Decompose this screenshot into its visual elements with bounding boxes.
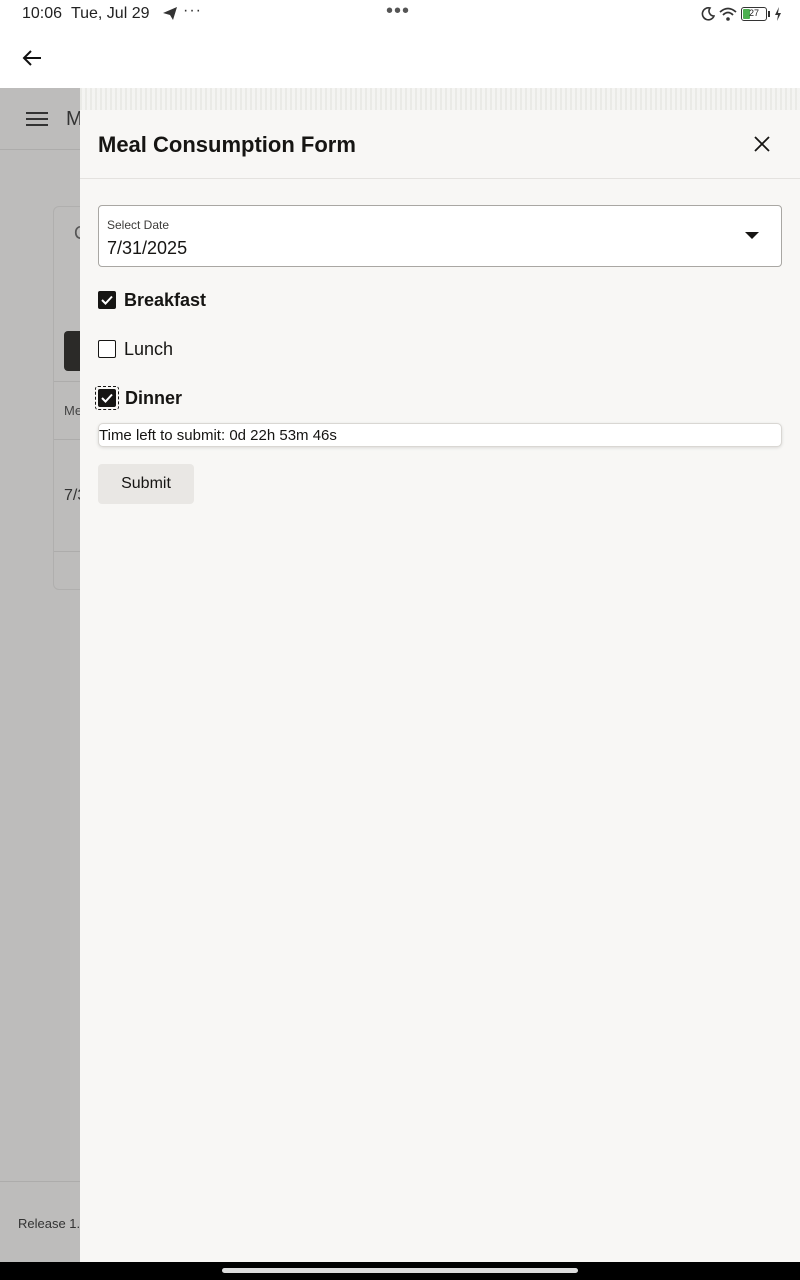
battery-tip [768, 11, 770, 17]
submit-timer: Time left to submit: 0d 22h 53m 46s [98, 423, 782, 447]
arrow-left-icon [22, 50, 41, 66]
lunch-checkbox-row[interactable]: Lunch [98, 337, 173, 361]
system-nav-bar [0, 1262, 800, 1280]
submit-button[interactable]: Submit [98, 464, 194, 504]
charging-icon [775, 7, 781, 21]
checkmark-icon [101, 393, 113, 403]
back-button[interactable] [16, 42, 48, 74]
caret-down-icon [745, 232, 759, 239]
wifi-icon [719, 7, 737, 21]
status-bar: 10:06 Tue, Jul 29 ··· ••• 27 [0, 0, 800, 28]
select-date-value: 7/31/2025 [107, 238, 188, 258]
drawer-texture [80, 88, 800, 110]
select-date-field[interactable]: Select Date 7/31/2025 [98, 205, 782, 267]
lunch-checkbox[interactable] [98, 340, 116, 358]
close-button[interactable] [750, 132, 774, 156]
breakfast-label: Breakfast [124, 289, 207, 310]
status-time: 10:06 Tue, Jul 29 [22, 5, 150, 22]
telegram-icon [163, 7, 177, 20]
notification-more-icon: ··· [183, 2, 202, 19]
moon-icon [701, 7, 715, 21]
dinner-label: Dinner [125, 387, 183, 408]
dinner-focus-ring [95, 386, 119, 410]
breakfast-checkbox-row[interactable]: Breakfast [98, 288, 206, 312]
app-bar [0, 28, 800, 88]
meal-form-drawer: Meal Consumption Form Select Date 7/31/2… [80, 88, 800, 1262]
status-right-icons: 27 [701, 4, 782, 24]
timer-text: Time left to submit: 0d 22h 53m 46s [99, 427, 337, 444]
checkmark-icon [101, 295, 113, 305]
close-icon [754, 136, 770, 152]
hamburger-menu-icon [26, 112, 48, 126]
dinner-checkbox[interactable] [98, 389, 116, 407]
lunch-label: Lunch [124, 338, 174, 359]
status-center-dots-icon: ••• [386, 0, 411, 22]
drawer-header: Meal Consumption Form [80, 110, 800, 179]
dinner-checkbox-row[interactable]: Dinner [95, 386, 182, 410]
battery-icon: 27 [741, 7, 767, 21]
home-gesture-handle[interactable] [222, 1268, 578, 1273]
select-date-label: Select Date [107, 218, 170, 232]
form-title: Meal Consumption Form [98, 132, 356, 157]
release-version: Release 1.0 [18, 1216, 88, 1231]
breakfast-checkbox[interactable] [98, 291, 116, 309]
